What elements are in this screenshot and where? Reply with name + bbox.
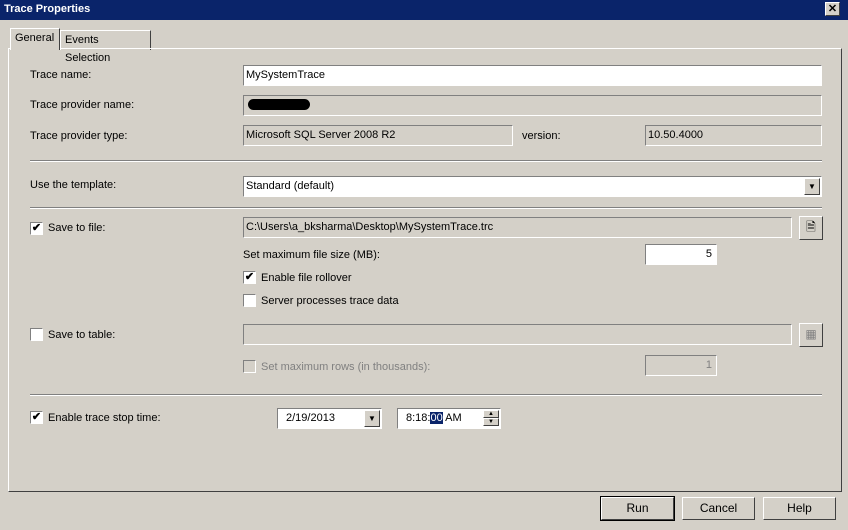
- stop-time-suffix: AM: [442, 412, 462, 424]
- cancel-button[interactable]: Cancel: [682, 497, 755, 520]
- stop-time-checkbox[interactable]: ✔: [30, 411, 43, 424]
- save-to-table-checkbox[interactable]: [30, 328, 43, 341]
- file-path-field[interactable]: C:\Users\a_bksharma\Desktop\MySystemTrac…: [243, 217, 792, 238]
- enable-rollover-label: Enable file rollover: [261, 272, 352, 284]
- max-file-size-label: Set maximum file size (MB):: [243, 249, 380, 261]
- stop-time-label: Enable trace stop time:: [48, 412, 161, 424]
- max-file-size-input[interactable]: 5: [645, 244, 717, 265]
- provider-type-label: Trace provider type:: [30, 130, 128, 142]
- max-rows-label: Set maximum rows (in thousands):: [261, 361, 431, 373]
- provider-name-field: [243, 95, 822, 116]
- stop-time-seconds-selected[interactable]: 00: [430, 412, 443, 424]
- server-processes-label: Server processes trace data: [261, 295, 399, 307]
- version-label: version:: [522, 130, 561, 142]
- save-to-file-checkbox[interactable]: ✔: [30, 222, 43, 235]
- tab-events-selection[interactable]: Events Selection: [60, 30, 151, 64]
- template-dropdown-button[interactable]: ▼: [804, 178, 820, 195]
- calendar-dropdown-icon: ▼: [368, 414, 376, 423]
- stop-date-picker[interactable]: 2/19/2013 ▼: [277, 408, 382, 429]
- stop-time-spin-down[interactable]: ▼: [483, 418, 499, 426]
- check-icon: ✔: [31, 411, 42, 423]
- help-button[interactable]: Help: [763, 497, 836, 520]
- run-button[interactable]: Run: [600, 496, 675, 521]
- folder-browse-icon: 🗎: [806, 220, 816, 234]
- redacted-provider-name: [248, 99, 310, 110]
- check-icon: ✔: [244, 271, 255, 283]
- table-browse-icon: ▦: [805, 327, 817, 341]
- separator-2: [30, 207, 822, 209]
- browse-table-button: ▦: [799, 323, 823, 347]
- save-to-file-label: Save to file:: [48, 222, 106, 234]
- separator-1: [30, 160, 822, 162]
- window-title: Trace Properties: [4, 3, 91, 15]
- stop-date-value: 2/19/2013: [286, 412, 335, 424]
- title-bar: [0, 0, 848, 20]
- template-select[interactable]: Standard (default) ▼: [243, 176, 822, 197]
- spin-up-icon: ▲: [488, 411, 494, 417]
- provider-name-label: Trace provider name:: [30, 99, 135, 111]
- close-icon: ✕: [827, 3, 838, 15]
- version-field: 10.50.4000: [645, 125, 822, 146]
- spin-down-icon: ▼: [488, 419, 494, 425]
- max-rows-checkbox: [243, 360, 256, 373]
- max-rows-input: 1: [645, 355, 717, 376]
- provider-type-field: Microsoft SQL Server 2008 R2: [243, 125, 513, 146]
- template-value: Standard (default): [246, 180, 335, 192]
- tab-general-label: General: [15, 32, 55, 44]
- stop-time-prefix: 8:18:: [406, 412, 431, 424]
- table-field: [243, 324, 792, 345]
- chevron-down-icon: ▼: [808, 182, 816, 191]
- stop-date-dropdown-button[interactable]: ▼: [364, 410, 380, 427]
- stop-time-spin-up[interactable]: ▲: [483, 410, 499, 418]
- stop-time-picker[interactable]: 8:18:00 AM ▲ ▼: [397, 408, 501, 429]
- trace-name-label: Trace name:: [30, 69, 92, 81]
- template-label: Use the template:: [30, 179, 117, 191]
- save-to-table-label: Save to table:: [48, 329, 116, 341]
- server-processes-checkbox[interactable]: [243, 294, 256, 307]
- check-icon: ✔: [31, 222, 42, 234]
- tab-general[interactable]: General: [10, 28, 60, 50]
- enable-rollover-checkbox[interactable]: ✔: [243, 271, 256, 284]
- browse-file-button[interactable]: 🗎: [799, 216, 823, 240]
- close-button[interactable]: ✕: [825, 2, 840, 16]
- trace-name-input[interactable]: MySystemTrace: [243, 65, 822, 86]
- separator-3: [30, 394, 822, 396]
